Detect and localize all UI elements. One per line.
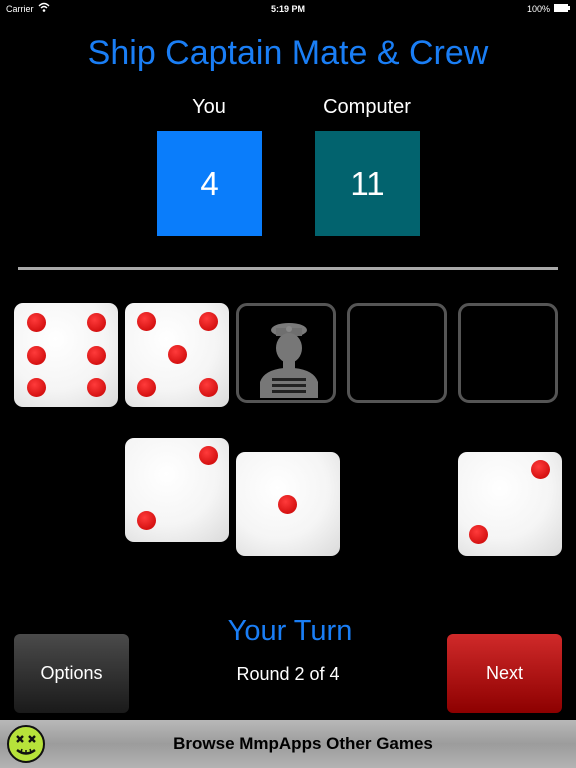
you-score: 4 (200, 164, 219, 202)
sailor-icon (260, 323, 318, 398)
banner-text: Browse MmpApps Other Games (173, 734, 433, 753)
options-button-label: Options (40, 663, 103, 683)
computer-label: Computer (323, 96, 411, 118)
you-label: You (192, 96, 226, 118)
divider (18, 267, 558, 270)
crew-slot (236, 303, 336, 403)
battery-percent: 100% (526, 4, 550, 14)
more-games-banner[interactable]: Browse MmpApps Other Games (0, 720, 576, 768)
kept-die-captain (125, 303, 229, 407)
game-title: Ship Captain Mate & Crew (87, 34, 489, 72)
rolled-die-3[interactable] (458, 452, 562, 556)
status-bar: Carrier 5:19 PM 100% (0, 0, 576, 18)
next-button[interactable]: Next (447, 634, 562, 713)
mate-slot-empty (347, 303, 447, 403)
you-score-box: 4 (157, 131, 262, 236)
crew-slot-empty (458, 303, 558, 403)
rolled-die-1[interactable] (125, 438, 229, 542)
computer-score-box: 11 (315, 131, 420, 236)
computer-score: 11 (350, 164, 385, 202)
rolled-die-2[interactable] (236, 452, 340, 556)
mmpapps-logo-icon (7, 725, 45, 763)
battery-icon (554, 4, 570, 12)
next-button-label: Next (485, 663, 523, 683)
kept-die-ship (14, 303, 118, 407)
options-button[interactable]: Options (14, 634, 129, 713)
clock: 5:19 PM (270, 4, 305, 14)
